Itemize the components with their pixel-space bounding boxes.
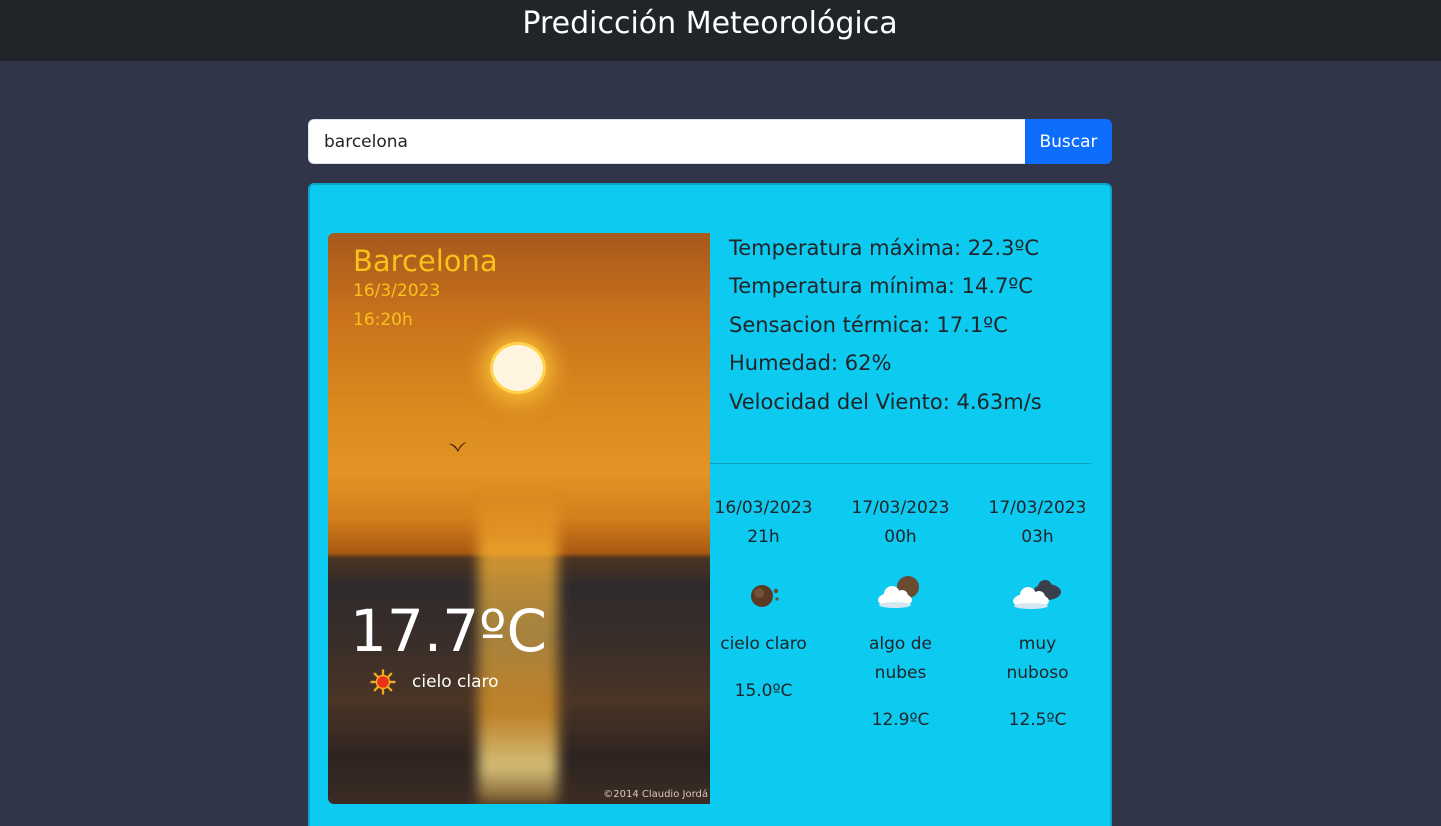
stat-max-temp: Temperatura máxima: 22.3ºC [729,236,1040,260]
search-button[interactable]: Buscar [1025,119,1112,164]
forecast-temperature: 12.9ºC [871,710,930,730]
forecast-hour: 21h [747,527,780,547]
forecast-date: 16/03/2023 [714,498,813,518]
forecast-hour: 03h [1021,527,1054,547]
current-temperature: 17.7ºC [350,597,547,665]
current-description: cielo claro [412,672,499,692]
app-header: Predicción Meteorológica [0,0,1441,61]
stat-feels-like: Sensacion térmica: 17.1ºC [729,313,1008,337]
forecast-date: 17/03/2023 [988,498,1087,518]
page-title: Predicción Meteorológica [522,6,898,41]
current-time: 16:20h [353,310,413,330]
clear-night-icon [695,572,832,612]
forecast-description: cielo claro [720,634,807,654]
forecast-item: 17/03/2023 03h muy nuboso 12.5ºC [969,494,1106,735]
sun-graphic [493,345,543,391]
few-clouds-night-icon [832,572,969,612]
forecast-temperature: 15.0ºC [734,681,793,701]
photo-credit: ©2014 Claudio Jordá [603,789,708,800]
forecast-hour: 00h [884,527,917,547]
forecast-description: muy nuboso [1006,634,1069,683]
forecast-date: 17/03/2023 [851,498,950,518]
stat-wind-speed: Velocidad del Viento: 4.63m/s [729,390,1042,414]
city-name: Barcelona [353,244,498,278]
forecast-item: 16/03/2023 21h cielo claro 15.0ºC [695,494,832,706]
forecast-item: 17/03/2023 00h algo de nubes 12.9ºC [832,494,969,735]
forecast-description: algo de nubes [869,634,932,683]
stat-min-temp: Temperatura mínima: 14.7ºC [729,274,1033,298]
stat-humidity: Humedad: 62% [729,351,892,375]
current-weather-photo: Barcelona 16/3/2023 16:20h 17.7ºC cielo … [328,233,710,804]
bird-icon [449,442,467,452]
sun-icon [370,669,396,695]
forecast-temperature: 12.5ºC [1008,710,1067,730]
divider [710,463,1091,464]
current-date: 16/3/2023 [353,281,441,301]
broken-clouds-icon [969,572,1106,612]
search-input[interactable] [308,119,1026,164]
